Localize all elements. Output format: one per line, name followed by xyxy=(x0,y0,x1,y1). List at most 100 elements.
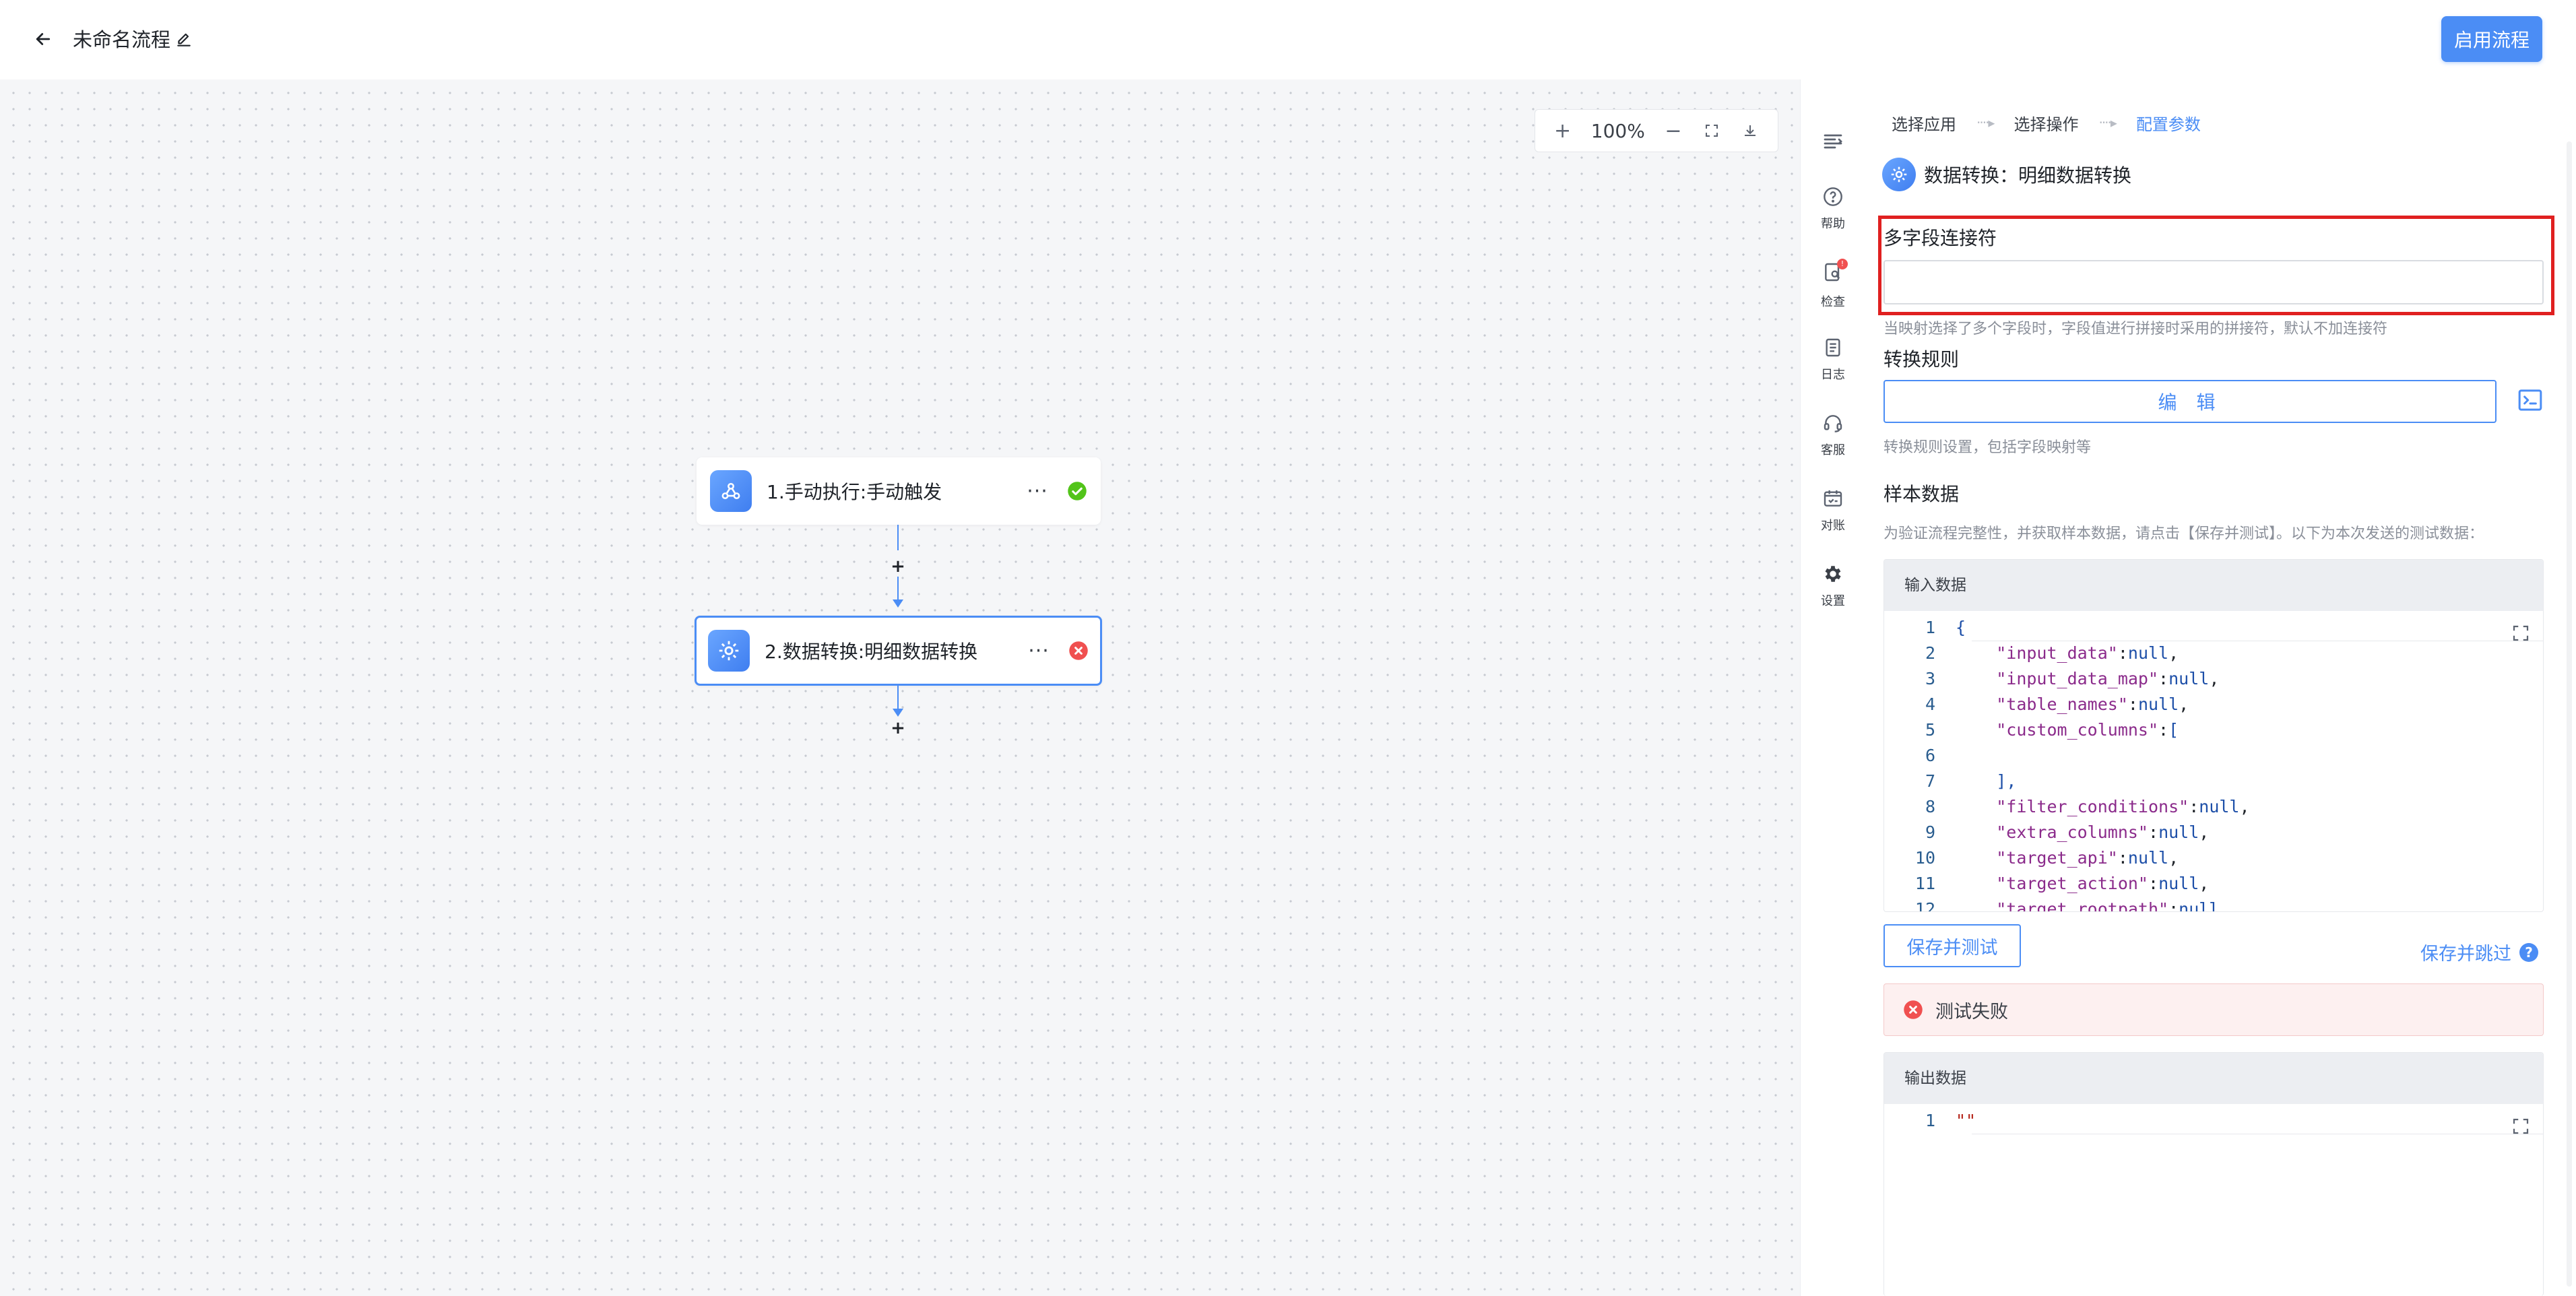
line-number: 7 xyxy=(1925,771,1935,791)
save-and-skip-link[interactable]: 保存并跳过 ? xyxy=(2420,939,2538,965)
help-circle-icon[interactable]: ? xyxy=(2519,942,2538,962)
rule-hint: 转换规则设置，包括字段映射等 xyxy=(1883,439,2092,456)
line-number: 1 xyxy=(1925,618,1935,637)
rail-item-help[interactable]: 帮助 xyxy=(1801,186,1865,232)
input-code-body[interactable]: 1{2 "input_data":null, 3 "input_data_map"… xyxy=(1884,611,2543,911)
back-arrow-icon[interactable] xyxy=(30,26,57,53)
code-line: 9 "extra_columns":null, xyxy=(1884,820,2543,845)
line-number: 8 xyxy=(1925,797,1935,816)
step-breadcrumb: 选择应用 ····▸ 选择操作 ····▸ 配置参数 xyxy=(1892,109,2201,136)
rail-item-check[interactable]: ! 检查 xyxy=(1801,259,1865,310)
rail-item-settings[interactable]: 设置 xyxy=(1801,563,1865,609)
flow-node-trigger[interactable]: 1.手动执行:手动触发 ··· xyxy=(697,457,1101,525)
step-separator: ····▸ xyxy=(1976,115,1995,131)
module-title-text: 数据转换：明细数据转换 xyxy=(1924,164,2132,187)
add-step-plus-icon[interactable]: + xyxy=(891,558,905,575)
zoom-in-button[interactable]: + xyxy=(1549,117,1576,144)
zoom-out-button[interactable]: − xyxy=(1660,117,1687,144)
download-icon[interactable] xyxy=(1737,117,1764,144)
log-icon xyxy=(1826,338,1840,357)
panel-scrollbar[interactable] xyxy=(2567,141,2572,1287)
sample-data-label: 样本数据 xyxy=(1883,483,1960,505)
flow-title: 未命名流程 xyxy=(73,28,171,51)
line-number: 4 xyxy=(1925,694,1935,714)
enable-flow-button[interactable]: 启用流程 xyxy=(2441,16,2542,62)
code-line: 12 "target_rootpath":null, xyxy=(1884,897,2543,911)
rail-label: 设置 xyxy=(1821,594,1845,608)
code-text: ], xyxy=(1956,771,2017,791)
code-line: 3 "input_data_map":null, xyxy=(1884,666,2543,692)
code-text: "custom_columns":[ xyxy=(1996,720,2179,740)
expand-icon[interactable] xyxy=(2511,623,2531,643)
edit-title-icon[interactable] xyxy=(172,28,195,51)
transform-gear-icon xyxy=(1882,158,1916,191)
code-line: 6 xyxy=(1884,743,2543,769)
connector-arrow-icon xyxy=(893,600,903,608)
line-number: 2 xyxy=(1925,643,1935,663)
node-more-button[interactable]: ··· xyxy=(1024,480,1051,503)
output-code-body[interactable]: 1 "" xyxy=(1884,1104,2543,1134)
step-select-action[interactable]: 选择操作 xyxy=(2014,111,2078,135)
zoom-level: 100% xyxy=(1590,119,1645,142)
input-data-header: 输入数据 xyxy=(1884,560,2543,611)
step-separator: ····▸ xyxy=(2098,115,2117,131)
collapse-panel-icon[interactable] xyxy=(1801,129,1865,154)
code-text: "target_action":null, xyxy=(1996,874,2210,893)
success-check-icon xyxy=(1068,482,1087,500)
save-and-test-button[interactable]: 保存并测试 xyxy=(1883,924,2021,967)
side-tool-rail: 帮助 ! 检查 日志 客服 对账 设置 xyxy=(1800,79,1865,1296)
terminal-icon[interactable] xyxy=(2517,387,2544,414)
test-fail-alert: 测试失败 xyxy=(1883,983,2544,1036)
node-more-button[interactable]: ··· xyxy=(1025,639,1052,663)
line-number: 10 xyxy=(1914,848,1935,868)
connector-field-label: 多字段连接符 xyxy=(1883,227,1997,249)
line-number: 1 xyxy=(1925,1111,1935,1130)
headset-icon xyxy=(1824,415,1842,432)
rail-label: 对账 xyxy=(1821,519,1845,533)
connector-arrow-icon xyxy=(893,709,903,717)
module-title: 数据转换：明细数据转换 xyxy=(1882,158,2131,191)
rail-label: 日志 xyxy=(1821,368,1845,382)
code-text: { xyxy=(1956,618,1966,637)
line-number: 11 xyxy=(1914,874,1935,893)
fit-view-icon[interactable] xyxy=(1698,117,1725,144)
node-label: 2.数据转换:明细数据转换 xyxy=(765,641,978,663)
expand-icon[interactable] xyxy=(2511,1116,2531,1136)
rail-item-support[interactable]: 客服 xyxy=(1801,412,1865,458)
edit-rule-button[interactable]: 编 辑 xyxy=(1883,380,2497,423)
code-text: "filter_conditions":null, xyxy=(1996,797,2250,816)
rail-item-reconcile[interactable]: 对账 xyxy=(1801,488,1865,533)
check-badge: ! xyxy=(1837,259,1848,269)
step-config-params[interactable]: 配置参数 xyxy=(2136,111,2201,135)
code-text: "input_data_map":null, xyxy=(1996,669,2220,688)
code-line: 4 "table_names":null, xyxy=(1884,692,2543,717)
line-number: 6 xyxy=(1925,746,1935,765)
flow-node-data-transform[interactable]: 2.数据转换:明细数据转换 ··· xyxy=(695,616,1102,686)
zoom-toolbar: + 100% − xyxy=(1535,109,1778,152)
code-line: 8 "filter_conditions":null, xyxy=(1884,794,2543,820)
rail-label: 检查 xyxy=(1821,295,1845,309)
input-data-editor[interactable]: 输入数据 1{2 "input_data":null, 3 "input_data… xyxy=(1883,559,2544,912)
code-line: 7 ], xyxy=(1884,769,2543,794)
connector-input[interactable] xyxy=(1883,260,2544,304)
code-line: 5 "custom_columns":[ xyxy=(1884,717,2543,743)
code-text: "" xyxy=(1956,1111,1976,1130)
help-icon xyxy=(1824,187,1842,206)
code-text: "table_names":null, xyxy=(1996,694,2189,714)
connector-line xyxy=(897,525,899,550)
webhook-icon xyxy=(710,470,752,512)
transform-gear-icon xyxy=(708,630,750,672)
output-data-editor[interactable]: 输出数据 1 "" xyxy=(1883,1052,2544,1296)
line-number: 5 xyxy=(1925,720,1935,740)
top-header: 未命名流程 启用流程 xyxy=(0,0,2576,79)
error-x-icon xyxy=(1069,641,1088,660)
add-step-plus-icon[interactable]: + xyxy=(891,719,905,737)
rail-item-log[interactable]: 日志 xyxy=(1801,337,1865,383)
step-select-app[interactable]: 选择应用 xyxy=(1892,111,1956,135)
save-and-skip-label: 保存并跳过 xyxy=(2420,944,2511,965)
code-text: "target_api":null, xyxy=(1996,848,2179,868)
code-line: 1 "" xyxy=(1884,1108,2543,1134)
code-line: 11 "target_action":null, xyxy=(1884,871,2543,897)
flow-canvas[interactable]: + 100% − 1.手动执行:手动触发 ··· + 2.数据转换:明细数据转换… xyxy=(0,79,1800,1296)
error-x-icon xyxy=(1904,1000,1923,1019)
